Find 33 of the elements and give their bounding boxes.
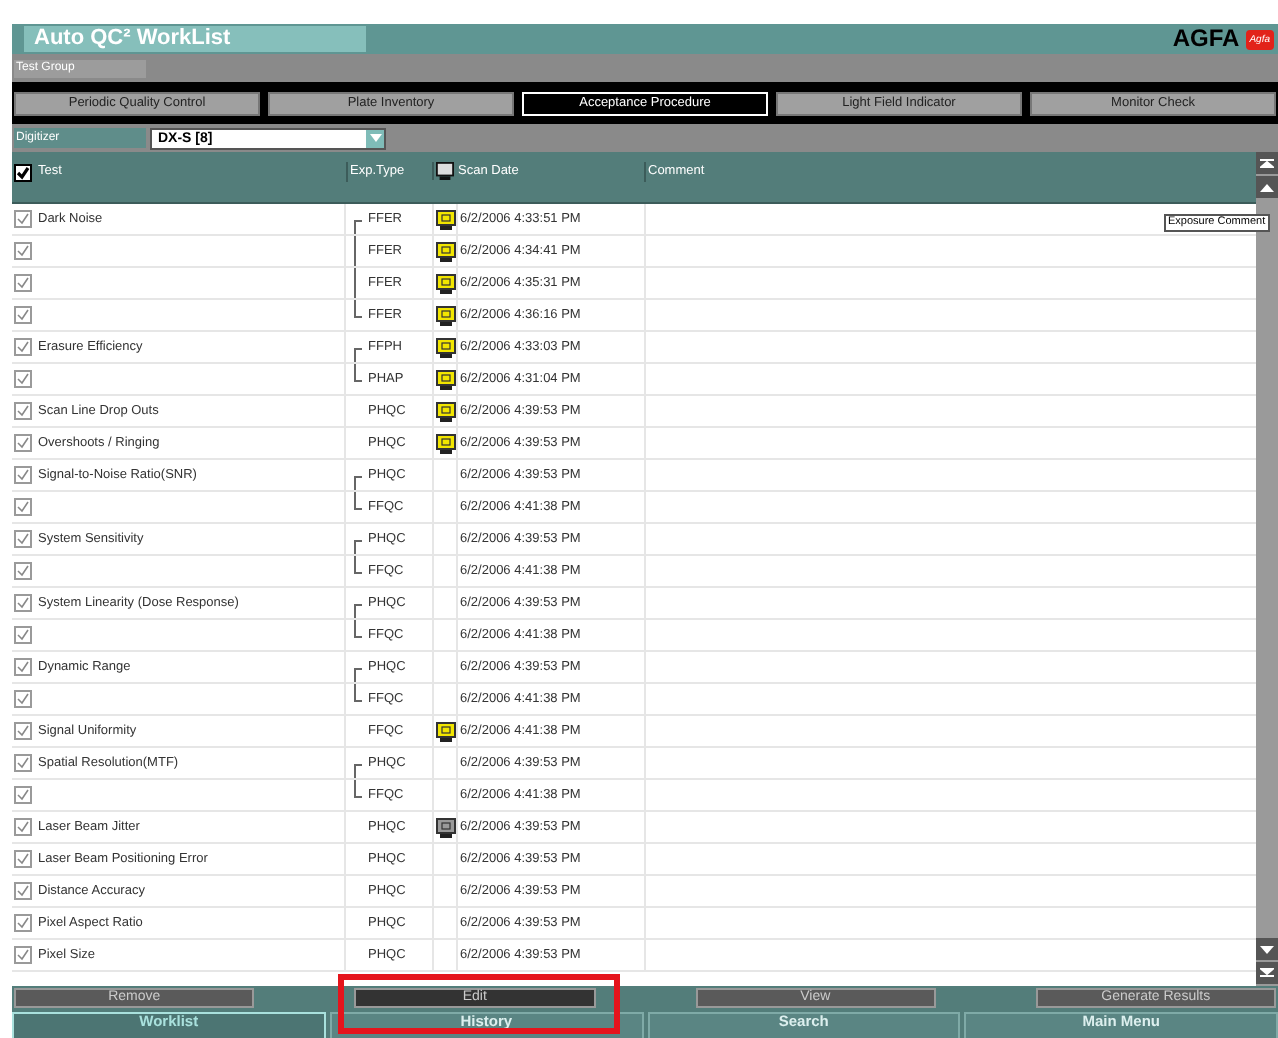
checkbox[interactable] (14, 530, 32, 548)
brand-name: AGFA (1172, 26, 1240, 52)
scroll-up-icon[interactable] (1256, 176, 1278, 198)
checkbox[interactable] (14, 882, 32, 900)
checkbox[interactable] (14, 370, 32, 388)
checkbox[interactable] (14, 562, 32, 580)
caret-icon[interactable] (366, 129, 384, 147)
scroll-bottom-icon[interactable] (1256, 962, 1278, 984)
checkbox[interactable] (14, 914, 32, 932)
checkbox[interactable] (14, 402, 32, 420)
checkbox[interactable] (14, 274, 32, 292)
checkbox[interactable] (14, 658, 32, 676)
checkbox[interactable] (14, 210, 32, 228)
scroll-down-icon[interactable] (1256, 938, 1278, 960)
checkbox[interactable] (14, 498, 32, 516)
checkbox[interactable] (14, 242, 32, 260)
monitor-icon (436, 162, 454, 180)
checkbox[interactable] (14, 690, 32, 708)
checkbox[interactable] (14, 594, 32, 612)
checkbox[interactable] (14, 946, 32, 964)
checkbox[interactable] (14, 466, 32, 484)
checkbox[interactable] (14, 434, 32, 452)
checkbox[interactable] (14, 850, 32, 868)
checkbox[interactable] (14, 164, 32, 182)
checkbox[interactable] (14, 306, 32, 324)
checkbox[interactable] (14, 626, 32, 644)
window-title: Auto QC² WorkList (24, 26, 366, 52)
checkbox[interactable] (14, 722, 32, 740)
checkbox[interactable] (14, 754, 32, 772)
checkbox[interactable] (14, 818, 32, 836)
checkbox[interactable] (14, 338, 32, 356)
scroll-top-icon[interactable] (1256, 152, 1278, 174)
checkbox[interactable] (14, 786, 32, 804)
